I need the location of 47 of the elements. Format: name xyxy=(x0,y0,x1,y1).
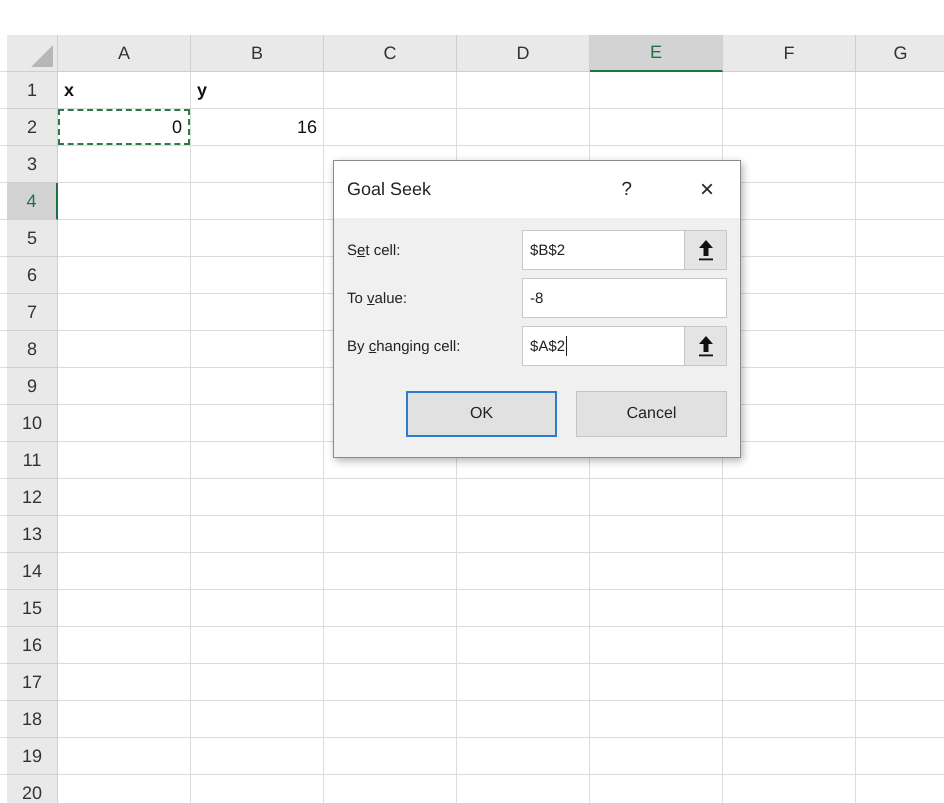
column-header[interactable]: G xyxy=(856,35,944,72)
row-header[interactable]: 1 xyxy=(7,72,58,109)
row-header[interactable]: 10 xyxy=(7,405,58,442)
input-field[interactable]: $A$2 xyxy=(522,326,727,366)
field-label: To value: xyxy=(347,290,408,306)
row-header[interactable]: 20 xyxy=(7,775,58,803)
row-header[interactable]: 9 xyxy=(7,368,58,405)
row-header[interactable]: 12 xyxy=(7,479,58,516)
row-header[interactable]: 13 xyxy=(7,516,58,553)
table-cell-text: 16 xyxy=(296,116,318,138)
row-header[interactable]: 8 xyxy=(7,331,58,368)
column-header[interactable]: C xyxy=(324,35,457,72)
row-header[interactable]: 3 xyxy=(7,146,58,183)
up-arrow-icon xyxy=(698,239,714,261)
row-header[interactable]: 18 xyxy=(7,701,58,738)
ok-button[interactable]: OK xyxy=(406,391,557,437)
row-header[interactable]: 11 xyxy=(7,442,58,479)
column-header[interactable]: E xyxy=(590,35,723,72)
row-header[interactable]: 15 xyxy=(7,590,58,627)
input-field[interactable]: -8 xyxy=(522,278,727,318)
field-label: Set cell: xyxy=(347,242,402,258)
column-header[interactable]: D xyxy=(457,35,590,72)
collapse-button[interactable] xyxy=(684,327,726,365)
table-cell-text: x xyxy=(63,78,76,102)
help-button[interactable]: ? xyxy=(621,178,632,200)
row-header[interactable]: 2 xyxy=(7,109,58,146)
column-header[interactable]: B xyxy=(191,35,324,72)
close-button[interactable]: × xyxy=(700,176,714,204)
row-header[interactable]: 4 xyxy=(7,183,58,220)
column-header[interactable]: A xyxy=(58,35,191,72)
triangle-icon xyxy=(31,45,53,67)
collapse-button[interactable] xyxy=(684,231,726,269)
row-header[interactable]: 14 xyxy=(7,553,58,590)
table-cell: 0 xyxy=(58,109,190,145)
column-header[interactable]: F xyxy=(723,35,856,72)
field-label: By changing cell: xyxy=(347,338,462,354)
row-header[interactable]: 6 xyxy=(7,257,58,294)
row-header[interactable]: 17 xyxy=(7,664,58,701)
input-field[interactable]: $B$2 xyxy=(522,230,727,270)
row-header[interactable]: 7 xyxy=(7,294,58,331)
table-cell-text: y xyxy=(196,78,208,102)
row-header[interactable]: 19 xyxy=(7,738,58,775)
row-header[interactable]: 5 xyxy=(7,220,58,257)
dialog-title: Goal Seek xyxy=(347,179,432,200)
cancel-button[interactable]: Cancel xyxy=(576,391,727,437)
row-header[interactable]: 16 xyxy=(7,627,58,664)
up-arrow-icon xyxy=(698,335,714,357)
